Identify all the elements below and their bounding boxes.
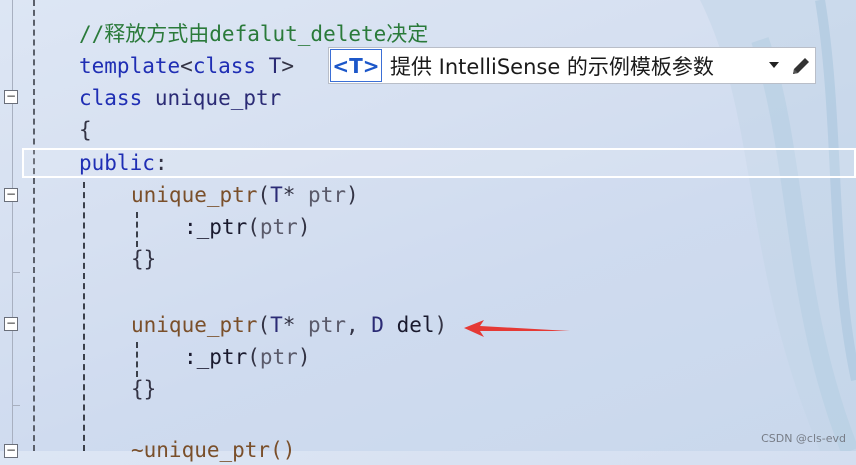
- code-line[interactable]: {}: [131, 244, 156, 274]
- code-token: :: [154, 151, 168, 175]
- caret-down-icon[interactable]: [769, 62, 779, 68]
- code-token: ptr: [308, 313, 346, 337]
- indent-guide: [83, 182, 85, 451]
- code-token: ptr: [308, 183, 346, 207]
- indent-guide: [136, 212, 138, 247]
- code-token: ptr: [259, 215, 298, 239]
- code-token: public: [79, 151, 155, 175]
- code-token: ~unique_ptr(): [131, 438, 296, 462]
- template-parameter-tag[interactable]: <T>: [330, 49, 382, 82]
- code-token: :_ptr: [184, 345, 248, 369]
- code-line[interactable]: {: [79, 115, 92, 145]
- template-bar-label: 提供 IntelliSense 的示例模板参数: [390, 54, 714, 79]
- code-token: {}: [131, 247, 157, 271]
- fold-toggle-icon[interactable]: −: [4, 90, 18, 104]
- code-token: class: [192, 54, 257, 78]
- watermark: CSDN @cls-evd: [761, 432, 846, 445]
- fold-end-marker: [12, 272, 20, 273]
- code-token: ): [345, 183, 359, 207]
- code-token: (: [247, 345, 260, 369]
- code-token: D: [371, 313, 384, 337]
- code-token: unique_ptr: [142, 86, 282, 110]
- code-token: ): [434, 313, 448, 337]
- code-line[interactable]: {}: [131, 374, 156, 404]
- code-token: T: [270, 313, 283, 337]
- red-arrow-icon: [464, 320, 570, 337]
- code-line[interactable]: class unique_ptr: [79, 83, 281, 113]
- pencil-icon[interactable]: [789, 54, 813, 78]
- code-token: ,: [345, 313, 372, 337]
- intellisense-template-bar[interactable]: <T> 提供 IntelliSense 的示例模板参数: [328, 47, 816, 84]
- fold-toggle-icon[interactable]: −: [4, 444, 18, 458]
- code-token: T: [256, 54, 282, 78]
- code-token: del: [383, 313, 435, 337]
- code-line[interactable]: unique_ptr(T* ptr): [131, 180, 359, 210]
- code-token: {: [79, 118, 92, 142]
- code-token: {}: [131, 377, 157, 401]
- code-token: (: [257, 313, 271, 337]
- code-token: ): [297, 345, 311, 369]
- code-token: ): [297, 215, 311, 239]
- code-line[interactable]: public:: [79, 148, 168, 178]
- code-line[interactable]: :_ptr(ptr): [184, 342, 310, 372]
- code-line[interactable]: :_ptr(ptr): [184, 212, 310, 242]
- code-line[interactable]: unique_ptr(T* ptr, D del): [131, 310, 447, 340]
- code-token: >: [281, 54, 294, 78]
- code-line[interactable]: template<class T>: [79, 51, 294, 81]
- fold-toggle-icon[interactable]: −: [4, 188, 18, 202]
- code-token: //释放方式由defalut_delete决定: [79, 22, 429, 46]
- code-token: :_ptr: [184, 215, 248, 239]
- code-token: ptr: [259, 345, 298, 369]
- code-token: class: [79, 86, 143, 110]
- code-token: T: [270, 183, 283, 207]
- code-token: *: [282, 313, 309, 337]
- fold-end-marker: [12, 405, 20, 406]
- gutter-line: [12, 0, 13, 451]
- code-token: unique_ptr: [131, 183, 258, 207]
- code-token: (: [247, 215, 260, 239]
- code-token: *: [282, 183, 309, 207]
- code-token: template: [79, 54, 181, 78]
- code-token: (: [257, 183, 271, 207]
- fold-toggle-icon[interactable]: −: [4, 317, 18, 331]
- code-line[interactable]: ~unique_ptr(): [131, 435, 295, 465]
- code-token: unique_ptr: [131, 313, 258, 337]
- code-token: <: [180, 54, 193, 78]
- indent-guide: [136, 342, 138, 377]
- gutter-change-bar: [33, 0, 35, 451]
- code-line[interactable]: //释放方式由defalut_delete决定: [79, 19, 428, 49]
